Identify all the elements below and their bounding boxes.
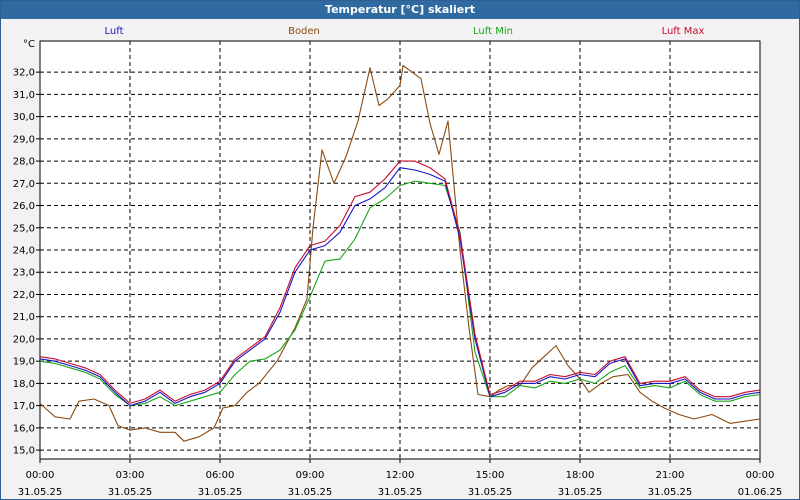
x-tick-date-label: 01.06.25 xyxy=(738,487,783,498)
y-tick-label: 22,0 xyxy=(13,290,35,301)
x-tick-date-label: 31.05.25 xyxy=(288,487,333,498)
x-tick-date-label: 31.05.25 xyxy=(468,487,513,498)
y-tick-label: 16,0 xyxy=(13,423,35,434)
window-title: Temperatur [°C] skaliert xyxy=(325,3,475,16)
legend-item-luft-max: Luft Max xyxy=(662,26,705,37)
legend-item-luft-min: Luft Min xyxy=(473,26,513,37)
x-tick-time-label: 12:00 xyxy=(386,470,415,481)
x-tick-time-label: 21:00 xyxy=(656,470,685,481)
y-tick-label: 24,0 xyxy=(13,246,35,257)
x-tick-time-label: 18:00 xyxy=(566,470,595,481)
legend-item-luft: Luft xyxy=(105,26,124,37)
y-tick-label: 25,0 xyxy=(13,223,35,234)
x-tick-date-label: 31.05.25 xyxy=(18,487,63,498)
y-tick-label: 20,0 xyxy=(13,334,35,345)
y-tick-label: 26,0 xyxy=(13,201,35,212)
x-tick-date-label: 31.05.25 xyxy=(108,487,153,498)
y-tick-label: 18,0 xyxy=(13,379,35,390)
y-tick-label: 32,0 xyxy=(13,68,35,79)
x-tick-date-label: 31.05.25 xyxy=(378,487,423,498)
x-tick-time-label: 06:00 xyxy=(206,470,235,481)
y-tick-label: 19,0 xyxy=(13,357,35,368)
chart-window: Temperatur [°C] skaliert 15,0 16,0 17,0 18,… xyxy=(0,0,800,500)
title-bar: Temperatur [°C] skaliert xyxy=(1,1,799,19)
y-tick-label: 28,0 xyxy=(13,157,35,168)
x-tick-time-label: 00:00 xyxy=(746,470,775,481)
x-tick-time-label: 15:00 xyxy=(476,470,505,481)
x-tick-date-label: 31.05.25 xyxy=(558,487,603,498)
y-tick-label: 21,0 xyxy=(13,312,35,323)
y-tick-label: 30,0 xyxy=(13,112,35,123)
y-tick-label: 29,0 xyxy=(13,134,35,145)
x-tick-time-label: 00:00 xyxy=(26,470,55,481)
temperature-chart: 15,0 16,0 17,0 18,0 19,0 20,0 21,0 22,0 23,0 24,0… xyxy=(13,26,783,498)
y-tick-label: 15,0 xyxy=(13,446,35,457)
x-tick-time-label: 03:00 xyxy=(116,470,145,481)
y-axis-unit-label: °C xyxy=(23,39,35,50)
x-tick-date-label: 31.05.25 xyxy=(198,487,243,498)
y-tick-label: 17,0 xyxy=(13,401,35,412)
legend-item-boden: Boden xyxy=(288,26,320,37)
y-tick-label: 23,0 xyxy=(13,268,35,279)
y-tick-label: 31,0 xyxy=(13,90,35,101)
y-tick-label: 27,0 xyxy=(13,179,35,190)
x-tick-date-label: 31.05.25 xyxy=(648,487,693,498)
x-tick-time-label: 09:00 xyxy=(296,470,325,481)
